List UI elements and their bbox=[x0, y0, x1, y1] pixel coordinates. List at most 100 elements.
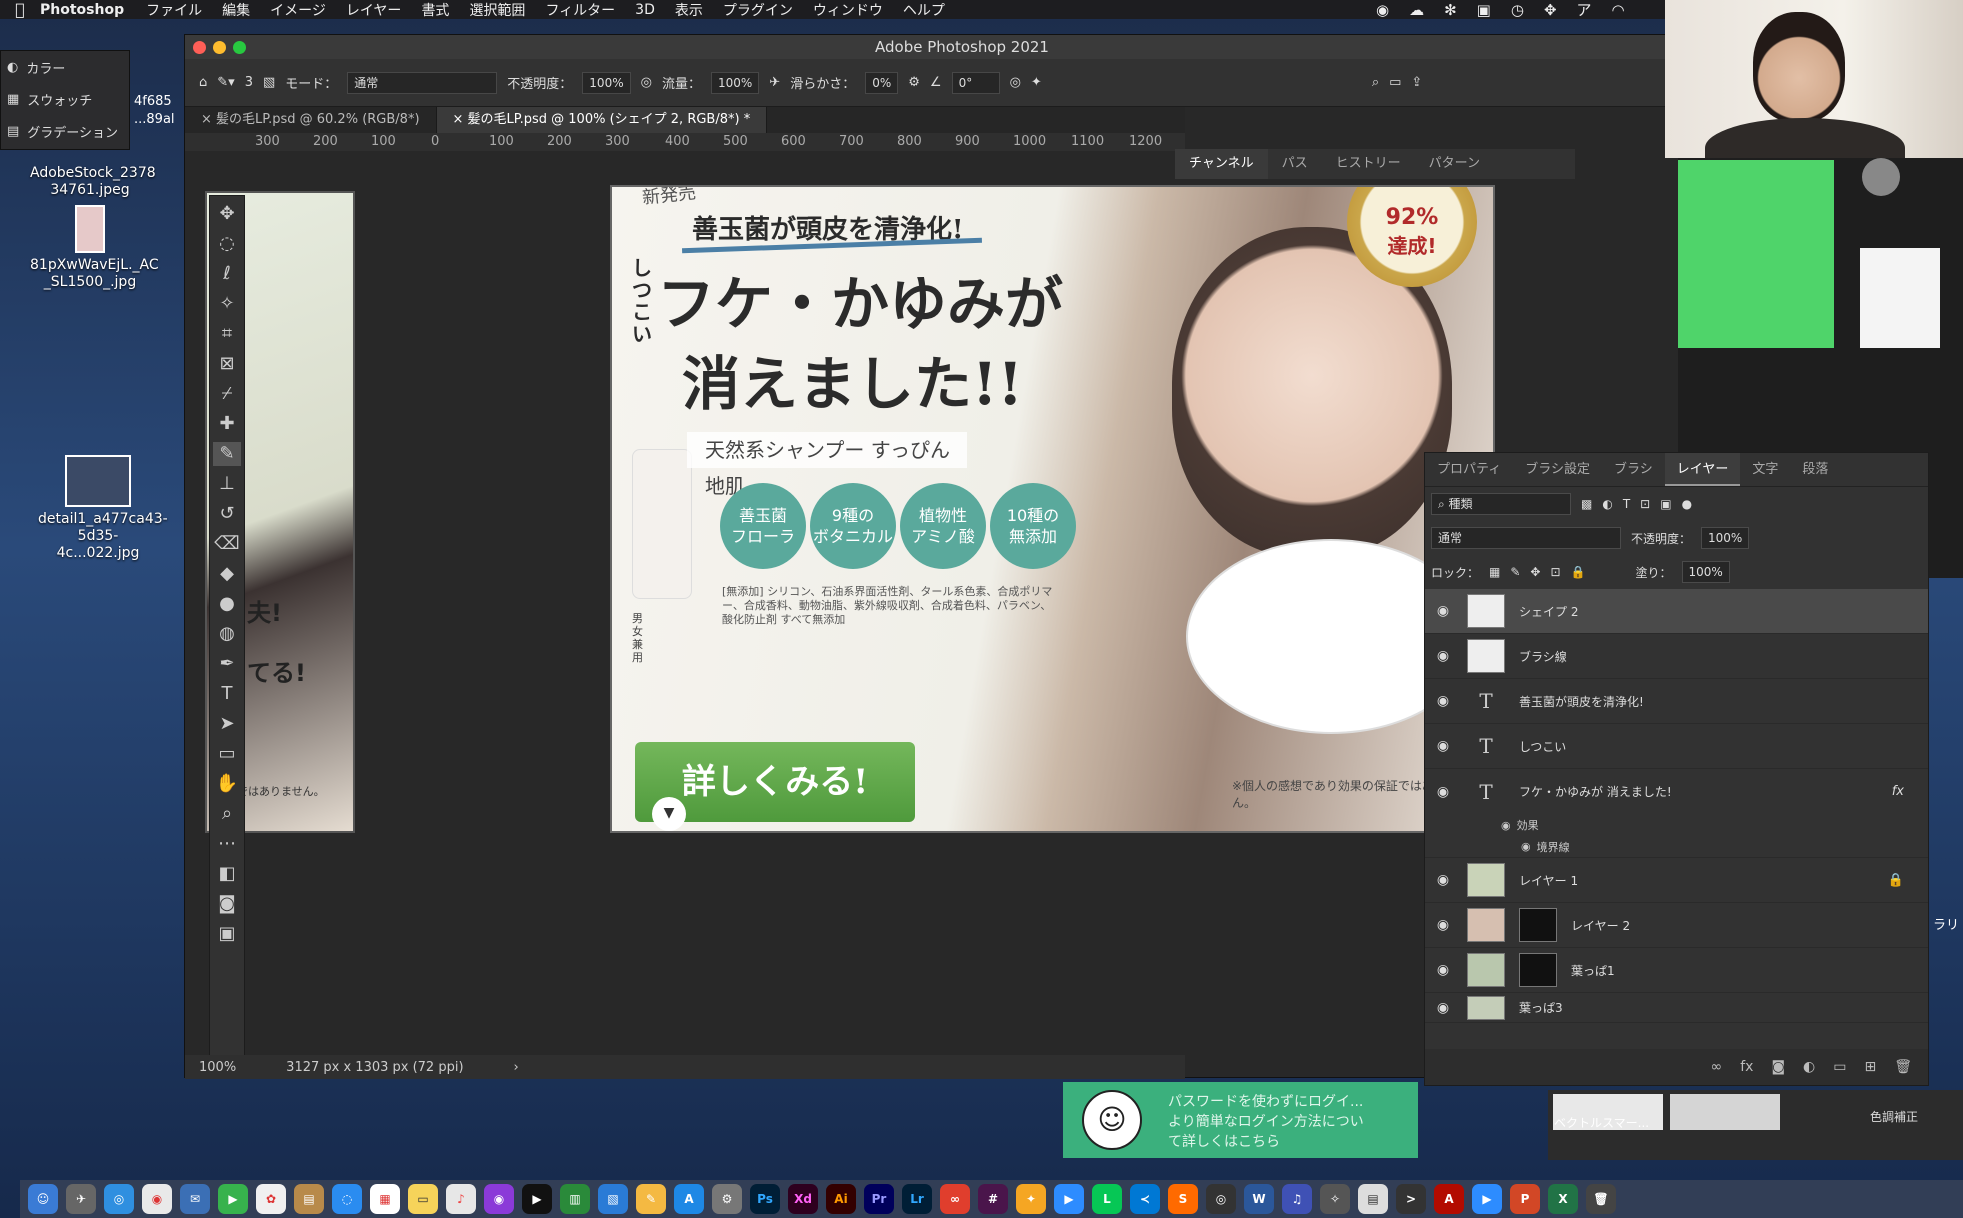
brush-tool-icon[interactable]: ✎ bbox=[213, 442, 241, 466]
more-tools-icon[interactable]: ⋯ bbox=[213, 832, 241, 856]
slack-icon[interactable]: # bbox=[978, 1184, 1008, 1214]
path-select-icon[interactable]: ➤ bbox=[213, 712, 241, 736]
eye-icon[interactable]: ◉ bbox=[1433, 603, 1453, 619]
time-machine-icon[interactable]: ◷ bbox=[1511, 1, 1524, 19]
close-window-icon[interactable] bbox=[193, 41, 206, 54]
move-tool-icon[interactable]: ✥ bbox=[213, 202, 241, 226]
workspace-icon[interactable]: ▭ bbox=[1389, 75, 1401, 90]
move-icon[interactable]: ✥ bbox=[1544, 1, 1557, 19]
eyedropper-icon[interactable]: ⌿ bbox=[213, 382, 241, 406]
creative-cloud-icon[interactable]: ∞ bbox=[940, 1184, 970, 1214]
finder-icon[interactable]: ☺ bbox=[28, 1184, 58, 1214]
safari-icon[interactable]: ◎ bbox=[104, 1184, 134, 1214]
doc-tab-1[interactable]: × 髪の毛LP.psd @ 60.2% (RGB/8*) bbox=[185, 107, 437, 133]
tab-patterns[interactable]: パターン bbox=[1415, 149, 1494, 179]
menu-view[interactable]: 表示 bbox=[675, 0, 703, 20]
bear-icon[interactable]: ✦ bbox=[1016, 1184, 1046, 1214]
participant-tile[interactable] bbox=[1860, 248, 1940, 348]
smoothing-field[interactable]: 0% bbox=[865, 71, 899, 94]
chevron-down-icon[interactable]: ▼ bbox=[652, 797, 686, 831]
zoom-icon[interactable]: ▶ bbox=[1054, 1184, 1084, 1214]
layer-row[interactable]: ◉ T フケ・かゆみが 消えました! fx bbox=[1425, 769, 1928, 814]
layer-row[interactable]: ◉ ブラシ線 bbox=[1425, 634, 1928, 679]
tab-character[interactable]: 文字 bbox=[1740, 453, 1790, 486]
shape-filter-icon[interactable]: ⊡ bbox=[1640, 497, 1650, 511]
eye-icon[interactable]: ◉ bbox=[1433, 872, 1453, 888]
tab-layers[interactable]: レイヤー bbox=[1664, 453, 1741, 486]
lock-paint-icon[interactable]: ✎ bbox=[1510, 565, 1520, 579]
crop-tool-icon[interactable]: ⌗ bbox=[213, 322, 241, 346]
layer-filter-select[interactable]: ⌕ 種類 bbox=[1431, 493, 1571, 515]
eye-icon[interactable]: ◉ bbox=[1433, 738, 1453, 754]
new-layer-icon[interactable]: ⊞ bbox=[1864, 1059, 1876, 1075]
zoom-window-icon[interactable] bbox=[233, 41, 246, 54]
numbers-icon[interactable]: ▥ bbox=[560, 1184, 590, 1214]
lasso-tool-icon[interactable]: ℓ bbox=[213, 262, 241, 286]
adjustments-label[interactable]: 色調補正 bbox=[1870, 1108, 1918, 1125]
library-asset-thumbnail[interactable] bbox=[1670, 1094, 1780, 1130]
terminal-icon[interactable]: > bbox=[1396, 1184, 1426, 1214]
eye-icon[interactable]: ◉ bbox=[1433, 1000, 1453, 1016]
swatch-panel-item[interactable]: ▦ スウォッチ bbox=[1, 83, 129, 115]
tab-brushes[interactable]: ブラシ bbox=[1602, 453, 1665, 486]
blur-tool-icon[interactable]: ● bbox=[213, 592, 241, 616]
flow-field[interactable]: 100% bbox=[710, 71, 760, 94]
tab-channels[interactable]: チャンネル bbox=[1175, 149, 1268, 179]
headline-line-1[interactable]: フケ・かゆみが bbox=[657, 257, 1063, 341]
zoom-tool-icon[interactable]: ⌕ bbox=[213, 802, 241, 826]
menu-3d[interactable]: 3D bbox=[635, 2, 655, 18]
brush-panel-icon[interactable]: ▧ bbox=[263, 75, 275, 90]
filter-toggle-icon[interactable]: ● bbox=[1682, 497, 1692, 511]
mail-icon[interactable]: ✉ bbox=[180, 1184, 210, 1214]
lightroom-icon[interactable]: Lr bbox=[902, 1184, 932, 1214]
lock-artboard-icon[interactable]: ⊡ bbox=[1550, 565, 1560, 579]
line-icon[interactable]: ◉ bbox=[1376, 1, 1389, 19]
history-brush-icon[interactable]: ↺ bbox=[213, 502, 241, 526]
wifi-icon[interactable]: ◠ bbox=[1612, 1, 1625, 19]
tab-properties[interactable]: プロパティ bbox=[1425, 453, 1513, 486]
trash-icon[interactable]: 🗑 bbox=[1894, 1059, 1912, 1075]
color-panel-item[interactable]: ◐ カラー bbox=[1, 51, 129, 83]
app-store-icon[interactable]: A bbox=[674, 1184, 704, 1214]
image-filter-icon[interactable]: ▩ bbox=[1581, 497, 1592, 511]
menu-file[interactable]: ファイル bbox=[146, 0, 202, 20]
effects-row[interactable]: ◉ 効果 bbox=[1425, 814, 1928, 836]
angle-field[interactable]: 0° bbox=[951, 71, 1000, 94]
sublime-icon[interactable]: S bbox=[1168, 1184, 1198, 1214]
menu-type[interactable]: 書式 bbox=[421, 0, 449, 20]
layer-row[interactable]: ◉ シェイプ 2 bbox=[1425, 589, 1928, 634]
screen-mode-icon[interactable]: ▣ bbox=[213, 922, 241, 946]
layer-mask-thumbnail[interactable] bbox=[1519, 953, 1557, 987]
pinwheel-icon[interactable]: ✻ bbox=[1444, 1, 1457, 19]
settings-gear-icon[interactable]: ⚙ bbox=[908, 75, 920, 90]
keynote-icon[interactable]: ▧ bbox=[598, 1184, 628, 1214]
obs-icon[interactable]: ◎ bbox=[1206, 1184, 1236, 1214]
zoom-level[interactable]: 100% bbox=[199, 1060, 236, 1075]
doc-size[interactable]: 3127 px x 1303 px (72 ppi) bbox=[286, 1060, 463, 1075]
hand-tool-icon[interactable]: ✋ bbox=[213, 772, 241, 796]
vscode-icon[interactable]: ≺ bbox=[1130, 1184, 1160, 1214]
close-tab-icon[interactable]: × bbox=[453, 112, 468, 127]
tab-paragraph[interactable]: 段落 bbox=[1790, 453, 1840, 486]
photos-icon[interactable]: ✿ bbox=[256, 1184, 286, 1214]
headline-line-2[interactable]: 消えました!! bbox=[682, 337, 1023, 421]
minimize-window-icon[interactable] bbox=[213, 41, 226, 54]
tab-brush-settings[interactable]: ブラシ設定 bbox=[1513, 453, 1602, 486]
layer-row[interactable]: ◉ レイヤー 1 🔒 bbox=[1425, 858, 1928, 903]
adjustment-icon[interactable]: ◐ bbox=[1803, 1059, 1815, 1075]
xd-icon[interactable]: Xd bbox=[788, 1184, 818, 1214]
mode-select[interactable]: 通常 bbox=[347, 71, 498, 94]
chevron-right-icon[interactable]: › bbox=[514, 1060, 519, 1075]
layer-row[interactable]: ◉ T しつこい bbox=[1425, 724, 1928, 769]
layer-mask-thumbnail[interactable] bbox=[1519, 908, 1557, 942]
chrome-icon[interactable]: ◉ bbox=[142, 1184, 172, 1214]
opacity-field[interactable]: 100% bbox=[582, 71, 631, 94]
menu-plugins[interactable]: プラグイン bbox=[723, 0, 793, 20]
headphones-icon[interactable]: ♫ bbox=[1282, 1184, 1312, 1214]
menu-image[interactable]: イメージ bbox=[270, 0, 326, 20]
pen-tool-icon[interactable]: ✒ bbox=[213, 652, 241, 676]
color-swatch-icon[interactable]: ◧ bbox=[213, 862, 241, 886]
apple-icon[interactable]:  bbox=[0, 0, 40, 19]
home-icon[interactable]: ⌂ bbox=[199, 75, 207, 90]
eraser-icon[interactable]: ⌫ bbox=[213, 532, 241, 556]
